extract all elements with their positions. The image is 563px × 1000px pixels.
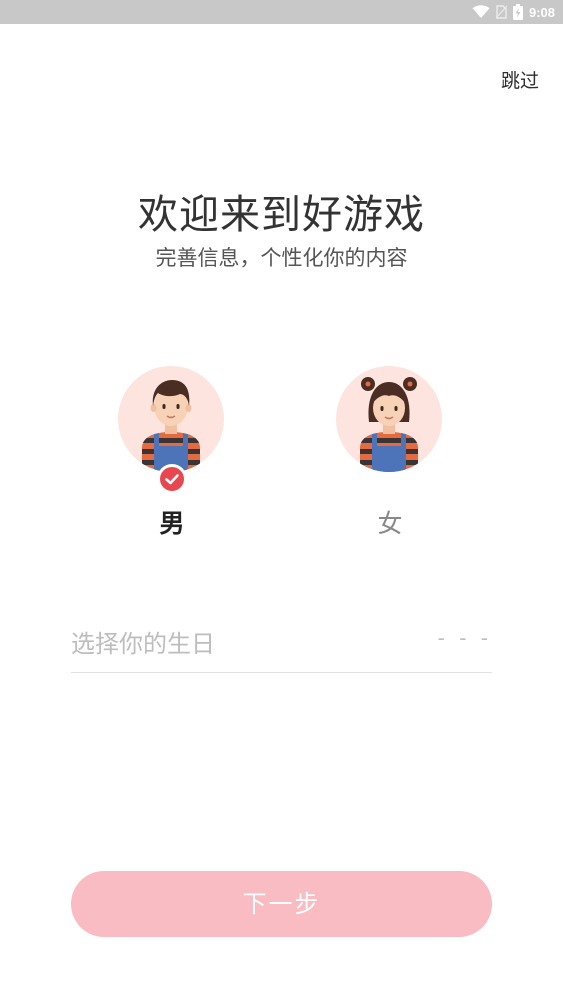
birthday-field[interactable]: 选择你的生日 - - - — [71, 616, 492, 673]
skip-button[interactable]: 跳过 — [501, 66, 539, 93]
next-step-button[interactable]: 下一步 — [71, 871, 492, 937]
male-avatar — [118, 366, 224, 472]
status-icons: 9:08 — [472, 3, 555, 21]
selected-check-icon — [157, 464, 187, 494]
wifi-icon — [472, 5, 490, 18]
female-avatar — [336, 366, 442, 472]
gender-option-male[interactable] — [118, 366, 226, 494]
birthday-placeholder: 选择你的生日 — [71, 630, 215, 658]
birthday-value: - - - — [437, 626, 492, 650]
page-subtitle: 完善信息，个性化你的内容 — [155, 246, 408, 270]
gender-label-female: 女 — [377, 509, 403, 538]
battery-charging-icon — [512, 4, 523, 20]
no-sim-icon — [495, 5, 507, 19]
status-bar: 9:08 — [0, 0, 563, 24]
page-title: 欢迎来到好游戏 — [138, 192, 425, 238]
gender-option-female[interactable] — [336, 366, 444, 474]
gender-label-male: 男 — [159, 509, 185, 538]
status-time: 9:08 — [528, 4, 555, 20]
